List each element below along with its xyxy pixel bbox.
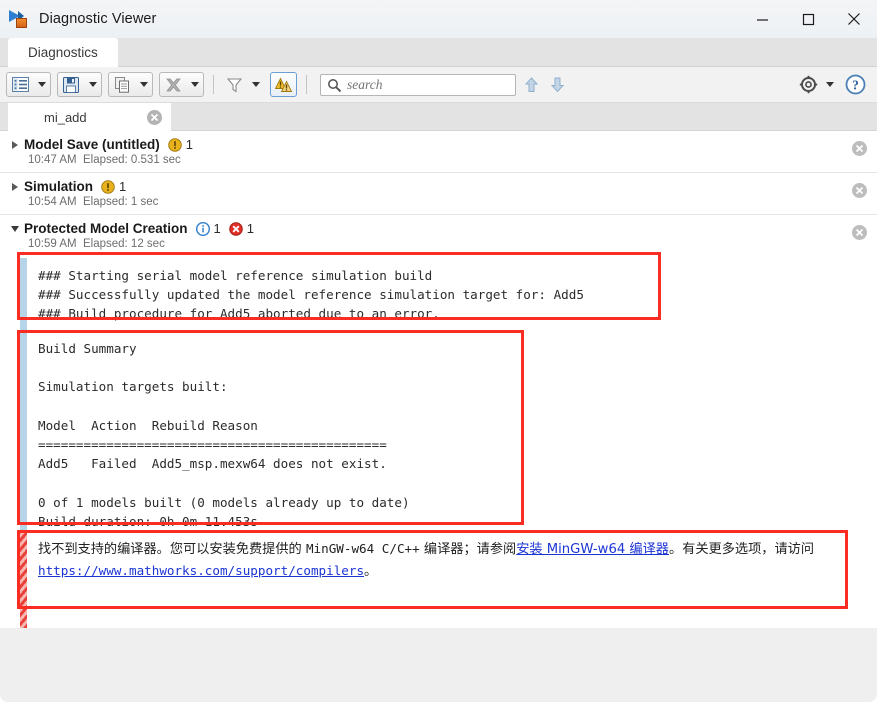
tab-strip: Diagnostics [0, 38, 877, 67]
clear-chevron-down-icon[interactable] [186, 73, 203, 96]
entry-elapsed: Elapsed: 12 sec [82, 238, 165, 250]
minimize-button[interactable] [739, 0, 785, 38]
filter-button[interactable] [221, 73, 247, 96]
entry-time: 10:54 AM [28, 196, 77, 208]
error-text-compiler-name: MinGW-w64 C/C++ [305, 541, 420, 556]
entry-close-icon[interactable] [852, 183, 867, 198]
view-options-chevron-down-icon[interactable] [33, 73, 50, 96]
save-group [57, 72, 102, 97]
search-box[interactable] [320, 73, 516, 98]
entry-time: 10:59 AM [28, 238, 77, 250]
info-count: 1 [213, 221, 221, 236]
document-tab-mi-add[interactable]: mi_add [8, 103, 171, 131]
error-indicator-bar [20, 533, 27, 628]
info-badge: 1 [195, 221, 221, 236]
toolbar: ? [0, 67, 877, 103]
app-logo-icon [9, 9, 31, 29]
entry-header: Simulation 1 [8, 179, 877, 194]
diagnostic-entry[interactable]: Simulation 1 10:54 AM Elapsed: 1 sec [0, 173, 877, 215]
entry-title: Model Save (untitled) [24, 137, 160, 152]
compiler-error-text: 找不到支持的编译器。您可以安装免费提供的 MinGW-w64 C/C++ 编译器… [0, 533, 877, 582]
copy-chevron-down-icon[interactable] [135, 73, 152, 96]
document-tab-label: mi_add [44, 109, 87, 125]
title-bar: Diagnostic Viewer [0, 0, 877, 38]
entry-close-icon[interactable] [852, 141, 867, 156]
tab-diagnostics-label: Diagnostics [28, 45, 98, 60]
filter-chevron-down-icon[interactable] [247, 73, 264, 96]
compilers-url-link[interactable]: https://www.mathworks.com/support/compil… [38, 563, 364, 578]
toolbar-right-group: ? [795, 73, 877, 96]
close-button[interactable] [831, 0, 877, 38]
toolbar-divider-2 [306, 75, 307, 94]
entry-elapsed: Elapsed: 0.531 sec [82, 154, 181, 166]
search-input[interactable] [321, 74, 515, 95]
expand-collapse-arrow-icon[interactable] [8, 225, 22, 232]
warning-count: 1 [185, 137, 193, 152]
tab-diagnostics[interactable]: Diagnostics [8, 38, 118, 67]
settings-button[interactable] [795, 73, 821, 96]
expand-collapse-arrow-icon[interactable] [8, 140, 22, 149]
diagnostic-viewer-window: Diagnostic Viewer Diagnostics search ? m… [0, 0, 877, 702]
build-log-text: ### Starting serial model reference simu… [38, 268, 584, 322]
toolbar-divider-1 [213, 75, 214, 94]
entry-header: Protected Model Creation 1 1 [8, 221, 877, 236]
compiler-error-block: 找不到支持的编译器。您可以安装免费提供的 MinGW-w64 C/C++ 编译器… [0, 530, 877, 628]
warning-count: 1 [119, 179, 127, 194]
title-bar-left: Diagnostic Viewer [0, 9, 739, 29]
entry-elapsed: Elapsed: 1 sec [82, 196, 159, 208]
entry-title: Simulation [24, 179, 94, 194]
error-text-part2: 编译器；请参阅 [419, 542, 517, 557]
info-icon [195, 221, 210, 236]
maximize-button[interactable] [785, 0, 831, 38]
diagnostic-entry[interactable]: Protected Model Creation 1 1 10:59 AM El… [0, 215, 877, 256]
entry-time: 10:47 AM [28, 154, 77, 166]
window-controls [739, 0, 877, 38]
error-text-part3: 。有关更多选项，请访问 [668, 542, 815, 557]
warning-icon [101, 179, 115, 194]
error-text-part4: 。 [364, 564, 378, 579]
diagnostic-entry[interactable]: Model Save (untitled) 1 10:47 AM Elapsed… [0, 131, 877, 173]
warnings-errors-toggle[interactable] [270, 72, 297, 97]
filter-group [221, 72, 264, 97]
save-button[interactable] [58, 73, 84, 96]
build-log-block: ### Starting serial model reference simu… [0, 252, 877, 333]
build-summary-text: Build Summary Simulation targets built: … [38, 341, 410, 529]
svg-text:?: ? [852, 77, 859, 92]
next-match-icon[interactable] [546, 73, 568, 97]
copy-group [108, 72, 153, 97]
entry-timestamp: 10:54 AM Elapsed: 1 sec [28, 196, 877, 208]
diagnostics-content: Model Save (untitled) 1 10:47 AM Elapsed… [0, 131, 877, 628]
clear-group [159, 72, 204, 97]
help-button[interactable]: ? [842, 73, 868, 96]
expand-collapse-arrow-icon[interactable] [8, 182, 22, 191]
view-options-group [6, 72, 51, 97]
install-mingw-link[interactable]: 安装 MinGW-w64 编译器 [516, 542, 669, 557]
search-icon [327, 78, 342, 98]
entry-timestamp: 10:59 AM Elapsed: 12 sec [28, 238, 877, 250]
copy-button[interactable] [109, 73, 135, 96]
view-options-button[interactable] [7, 73, 33, 96]
info-indicator-bar [20, 333, 27, 533]
document-tab-close-icon[interactable] [147, 109, 162, 125]
warning-badge: 1 [168, 137, 193, 152]
warning-badge: 1 [101, 179, 126, 194]
error-count: 1 [246, 221, 254, 236]
entry-close-icon[interactable] [852, 225, 867, 240]
message-area: ### Starting serial model reference simu… [0, 252, 877, 628]
previous-match-icon[interactable] [520, 73, 542, 97]
warning-icon [168, 137, 182, 152]
entry-timestamp: 10:47 AM Elapsed: 0.531 sec [28, 154, 877, 166]
build-summary-block: Build Summary Simulation targets built: … [0, 330, 877, 533]
save-chevron-down-icon[interactable] [84, 73, 101, 96]
settings-chevron-down-icon[interactable] [821, 73, 838, 96]
window-title: Diagnostic Viewer [39, 11, 157, 27]
error-badge: 1 [229, 221, 254, 236]
error-text-part1: 找不到支持的编译器。您可以安装免费提供的 [38, 542, 306, 557]
info-indicator-bar [20, 258, 27, 333]
entry-header: Model Save (untitled) 1 [8, 137, 877, 152]
document-tab-strip: mi_add [0, 103, 877, 131]
entry-title: Protected Model Creation [24, 221, 188, 236]
clear-button[interactable] [160, 73, 186, 96]
error-icon [229, 221, 243, 236]
